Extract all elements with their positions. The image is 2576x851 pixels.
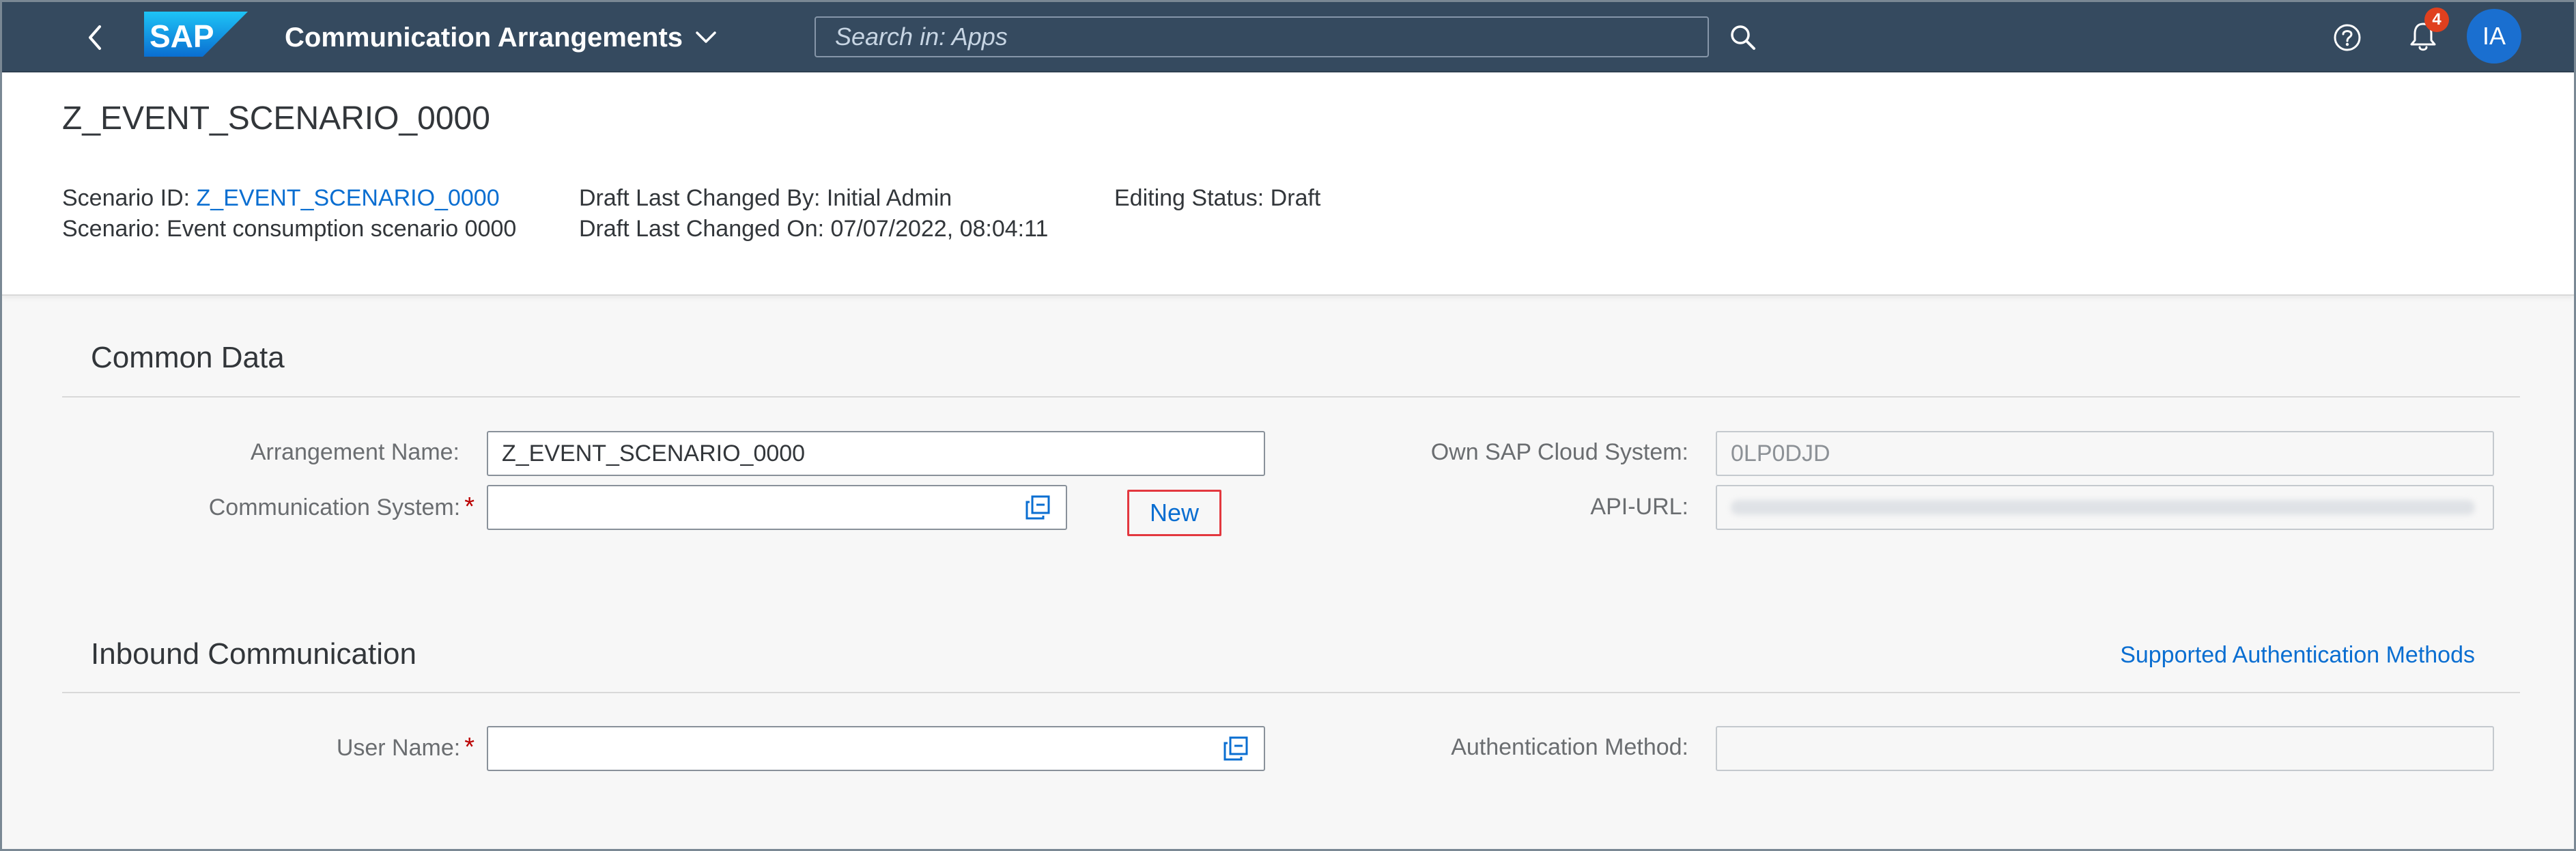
scenario-id-label: Scenario ID: <box>62 185 197 211</box>
own-system-field: 0LP0DJD <box>1716 431 2494 476</box>
avatar[interactable]: IA <box>2467 9 2521 64</box>
section-divider <box>62 396 2520 397</box>
draft-changed-by: Draft Last Changed By: Initial Admin <box>579 185 952 211</box>
app-window: SAP Communication Arrangements Search in… <box>0 0 2576 851</box>
editing-status: Editing Status: Draft <box>1114 185 1321 211</box>
search-icon <box>1731 25 1755 50</box>
notification-badge: 4 <box>2424 8 2449 32</box>
header-column-2: Draft Last Changed By: Initial Admin Dra… <box>579 183 1048 245</box>
scenario-id-link[interactable]: Z_EVENT_SCENARIO_0000 <box>197 185 500 211</box>
chevron-down-icon <box>696 31 716 43</box>
chevron-left-icon <box>89 25 101 50</box>
scenario-id-row: Scenario ID: Z_EVENT_SCENARIO_0000 <box>62 183 516 214</box>
arrangement-name-label: Arrangement Name: <box>250 439 459 465</box>
logo-text: SAP <box>150 18 214 54</box>
auth-method-field <box>1716 726 2494 771</box>
api-url-field <box>1716 485 2494 530</box>
app-title: Communication Arrangements <box>285 22 683 53</box>
value-help-button[interactable] <box>1023 492 1053 522</box>
redacted-value <box>1731 500 2475 515</box>
object-header: Z_EVENT_SCENARIO_0000 Scenario ID: Z_EVE… <box>2 74 2574 296</box>
new-communication-system-button[interactable]: New <box>1127 490 1221 536</box>
auth-method-label: Authentication Method: <box>1451 734 1688 760</box>
own-system-label: Own SAP Cloud System: <box>1430 439 1688 465</box>
communication-system-label-row: Communication System: * <box>139 492 475 522</box>
communication-system-input[interactable] <box>487 485 1067 530</box>
section-title-inbound: Inbound Communication <box>91 637 416 671</box>
app-title-menu[interactable]: Communication Arrangements <box>285 20 717 55</box>
communication-system-label: Communication System: <box>208 494 461 520</box>
search-input[interactable] <box>815 16 1709 57</box>
header-column-3: Editing Status: Draft <box>1114 183 1320 214</box>
value-help-button[interactable] <box>1221 734 1251 764</box>
arrangement-name-input[interactable]: Z_EVENT_SCENARIO_0000 <box>487 431 1265 476</box>
page-title: Z_EVENT_SCENARIO_0000 <box>62 100 490 137</box>
value-help-icon <box>1223 736 1248 761</box>
section-divider <box>62 692 2520 693</box>
required-marker: * <box>464 733 475 762</box>
shell-bar: SAP Communication Arrangements Search in… <box>2 2 2574 72</box>
user-name-label: User Name: <box>336 735 461 761</box>
section-title-common-data: Common Data <box>91 341 285 374</box>
supported-auth-methods-link[interactable]: Supported Authentication Methods <box>2120 642 2475 669</box>
help-button[interactable] <box>2327 17 2368 58</box>
api-url-label: API-URL: <box>1590 494 1688 520</box>
help-icon <box>2334 24 2361 51</box>
user-name-label-row: User Name: * <box>173 733 475 762</box>
back-button[interactable] <box>77 20 113 55</box>
header-column-1: Scenario ID: Z_EVENT_SCENARIO_0000 Scena… <box>62 183 516 245</box>
user-name-input[interactable] <box>487 726 1265 771</box>
search-button[interactable] <box>1723 18 1764 57</box>
required-marker: * <box>464 492 475 521</box>
sap-logo[interactable]: SAP <box>144 12 248 57</box>
value-help-icon <box>1025 495 1050 520</box>
draft-changed-on: Draft Last Changed On: 07/07/2022, 08:04… <box>579 216 1049 242</box>
scenario-text: Scenario: Event consumption scenario 000… <box>62 216 517 242</box>
